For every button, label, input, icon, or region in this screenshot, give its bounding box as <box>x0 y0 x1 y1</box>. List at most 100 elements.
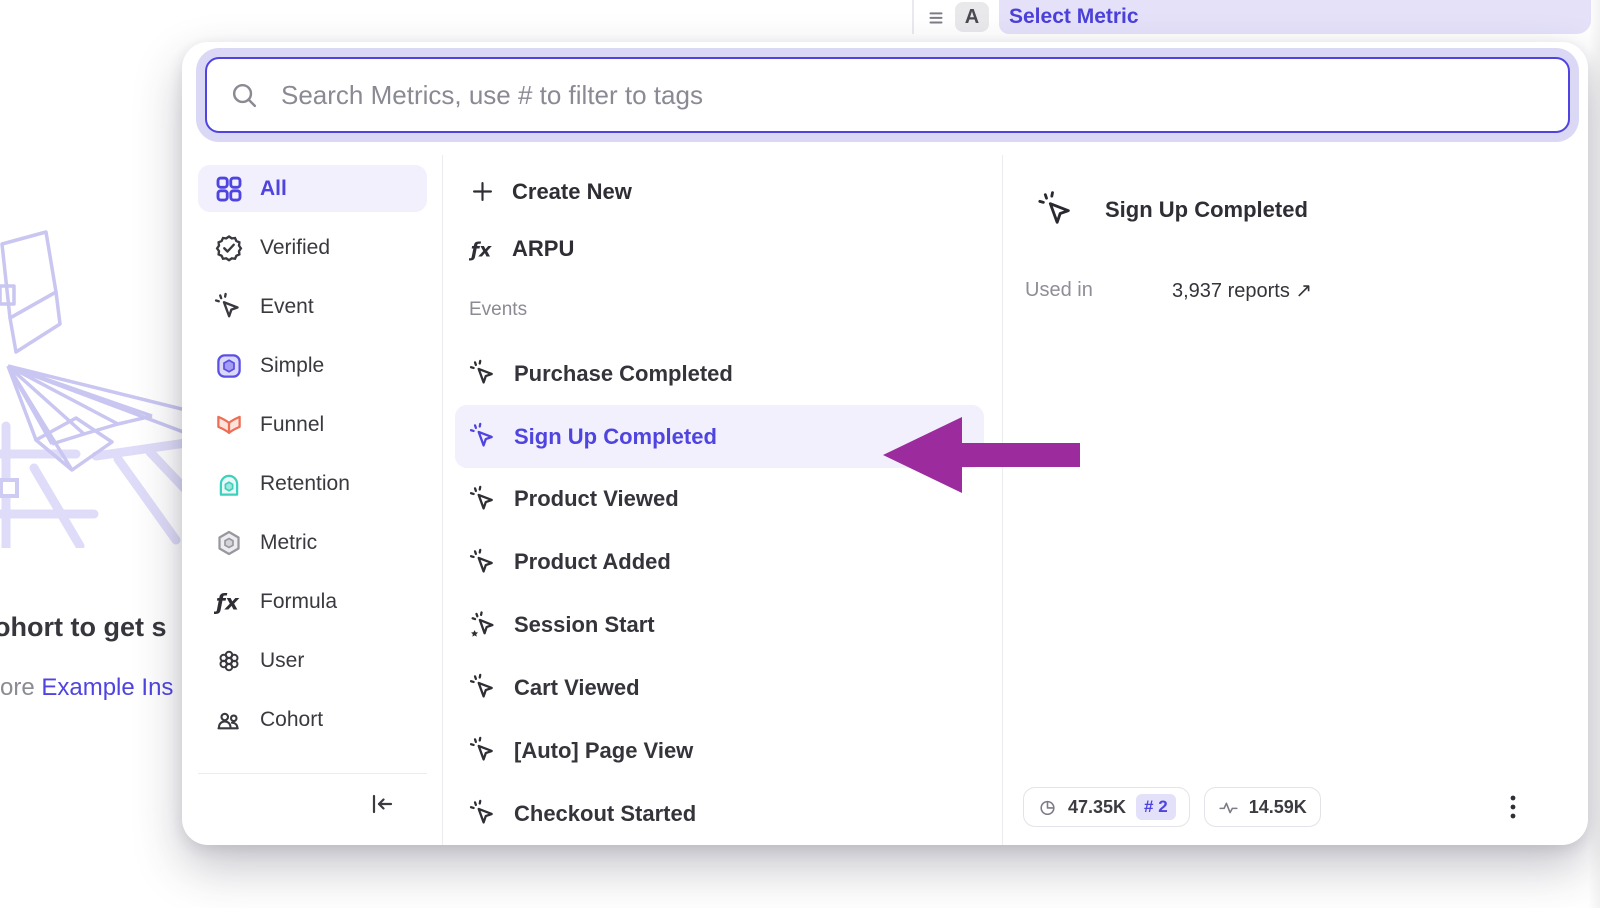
used-in-row: Used in 3,937 reports ↗ <box>1023 278 1566 303</box>
event-item-sign-up-completed[interactable]: Sign Up Completed <box>455 405 984 468</box>
collapse-sidebar-button[interactable] <box>367 788 401 820</box>
event-cursor-icon <box>214 292 244 322</box>
verified-badge-icon <box>214 233 244 263</box>
sidebar-item-label: Metric <box>260 531 317 555</box>
event-item-auto-page-view[interactable]: [Auto] Page View <box>455 719 984 782</box>
detail-header: Sign Up Completed <box>1023 190 1566 230</box>
event-cursor-icon <box>469 422 498 451</box>
grid-icon <box>214 174 244 204</box>
event-cursor-star-icon <box>469 611 498 640</box>
simple-square-icon <box>214 351 244 381</box>
event-item-product-added[interactable]: Product Added <box>455 531 984 594</box>
event-item-label: Product Added <box>514 549 671 575</box>
sidebar-item-verified[interactable]: Verified <box>198 224 427 271</box>
event-cursor-icon <box>1037 190 1077 230</box>
event-cursor-icon <box>469 359 498 388</box>
retention-arch-icon <box>214 469 244 499</box>
create-new-item[interactable]: Create New <box>455 163 984 220</box>
sidebar-item-metric[interactable]: Metric <box>198 519 427 566</box>
select-metric-row: A Select Metric <box>925 0 1591 34</box>
search-bar <box>205 57 1570 133</box>
pie-chart-icon <box>1037 797 1058 818</box>
event-item-label: Sign Up Completed <box>514 424 717 450</box>
event-item-cart-viewed[interactable]: Cart Viewed <box>455 656 984 719</box>
reports-link[interactable]: 3,937 reports ↗ <box>1172 278 1312 303</box>
background-text: ore Example Ins <box>0 674 173 702</box>
sidebar-item-user[interactable]: User <box>198 637 427 684</box>
svg-text:ƒx: ƒx <box>214 590 240 615</box>
sidebar-item-label: Retention <box>260 472 350 496</box>
event-cursor-icon <box>469 736 498 765</box>
sidebar-item-label: Cohort <box>260 708 323 732</box>
sidebar-item-formula[interactable]: ƒx Formula <box>198 578 427 625</box>
detail-footer: 47.35K # 2 14.59K <box>1023 787 1566 827</box>
event-cursor-icon <box>469 799 498 828</box>
sidebar-item-simple[interactable]: Simple <box>198 342 427 389</box>
event-item-label: Product Viewed <box>514 486 679 512</box>
more-options-button[interactable] <box>1500 792 1526 822</box>
metric-picker-dialog: All Verified Event <box>182 42 1588 845</box>
sidebar-item-label: Funnel <box>260 413 324 437</box>
event-cursor-icon <box>469 548 498 577</box>
sidebar-item-funnel[interactable]: Funnel <box>198 401 427 448</box>
event-cursor-icon <box>469 673 498 702</box>
activity-icon <box>1218 797 1239 818</box>
events-section-label: Events <box>455 278 984 342</box>
arpu-label: ARPU <box>512 236 574 262</box>
sidebar-item-retention[interactable]: Retention <box>198 460 427 507</box>
sidebar-item-label: Simple <box>260 354 324 378</box>
example-insights-link[interactable]: Example Ins <box>41 674 173 701</box>
badge-value: 14.59K <box>1249 797 1307 818</box>
formula-fx-icon: ƒx <box>469 236 496 263</box>
category-sidebar: All Verified Event <box>182 155 443 845</box>
arpu-item[interactable]: ƒx ARPU <box>455 220 984 277</box>
event-item-label: [Auto] Page View <box>514 738 693 764</box>
drag-handle-icon[interactable] <box>925 6 947 28</box>
badge-value: 47.35K <box>1068 797 1126 818</box>
event-item-product-viewed[interactable]: Product Viewed <box>455 468 984 531</box>
sidebar-item-label: Event <box>260 295 314 319</box>
sidebar-item-event[interactable]: Event <box>198 283 427 330</box>
cohort-people-icon <box>214 705 244 735</box>
total-count-badge[interactable]: 47.35K # 2 <box>1023 787 1190 827</box>
event-item-label: Checkout Started <box>514 801 696 827</box>
detail-title: Sign Up Completed <box>1105 197 1308 223</box>
event-item-label: Cart Viewed <box>514 675 640 701</box>
sidebar-item-cohort[interactable]: Cohort <box>198 696 427 743</box>
used-in-label: Used in <box>1025 279 1172 302</box>
event-item-purchase-completed[interactable]: Purchase Completed <box>455 342 984 405</box>
user-flower-icon <box>214 646 244 676</box>
series-a-chip: A <box>955 2 989 32</box>
create-new-label: Create New <box>512 179 632 205</box>
decorative-wireframe <box>0 228 186 548</box>
dialog-body: All Verified Event <box>182 155 1588 845</box>
page-edge <box>1588 0 1600 908</box>
panel-divider <box>912 0 914 34</box>
sidebar-item-label: All <box>260 177 287 201</box>
sidebar-item-label: Formula <box>260 590 337 614</box>
background-text-fragment: ore <box>0 674 41 701</box>
collapse-left-icon <box>367 790 397 818</box>
event-item-session-start[interactable]: Session Start <box>455 594 984 657</box>
select-metric-pill[interactable]: Select Metric <box>999 0 1591 34</box>
detail-panel: Sign Up Completed Used in 3,937 reports … <box>1003 155 1588 845</box>
event-item-checkout-started[interactable]: Checkout Started <box>455 782 984 845</box>
plus-icon <box>469 178 496 205</box>
rank-chip: # 2 <box>1136 794 1176 820</box>
funnel-book-icon <box>214 410 244 440</box>
sidebar-item-label: Verified <box>260 236 330 260</box>
event-cursor-icon <box>469 485 498 514</box>
svg-text:ƒx: ƒx <box>469 238 492 261</box>
metric-hexagon-icon <box>214 528 244 558</box>
search-input[interactable] <box>205 57 1570 133</box>
formula-fx-icon: ƒx <box>214 587 244 617</box>
metric-list: Create New ƒx ARPU Events Purchase Compl… <box>443 155 1003 845</box>
event-item-label: Purchase Completed <box>514 361 733 387</box>
sidebar-item-label: User <box>260 649 304 673</box>
event-item-label: Session Start <box>514 612 655 638</box>
kebab-icon <box>1500 792 1526 822</box>
screen: A Select Metric <box>0 0 1600 908</box>
select-metric-label: Select Metric <box>1009 5 1139 29</box>
activity-count-badge[interactable]: 14.59K <box>1204 787 1321 827</box>
sidebar-item-all[interactable]: All <box>198 165 427 212</box>
